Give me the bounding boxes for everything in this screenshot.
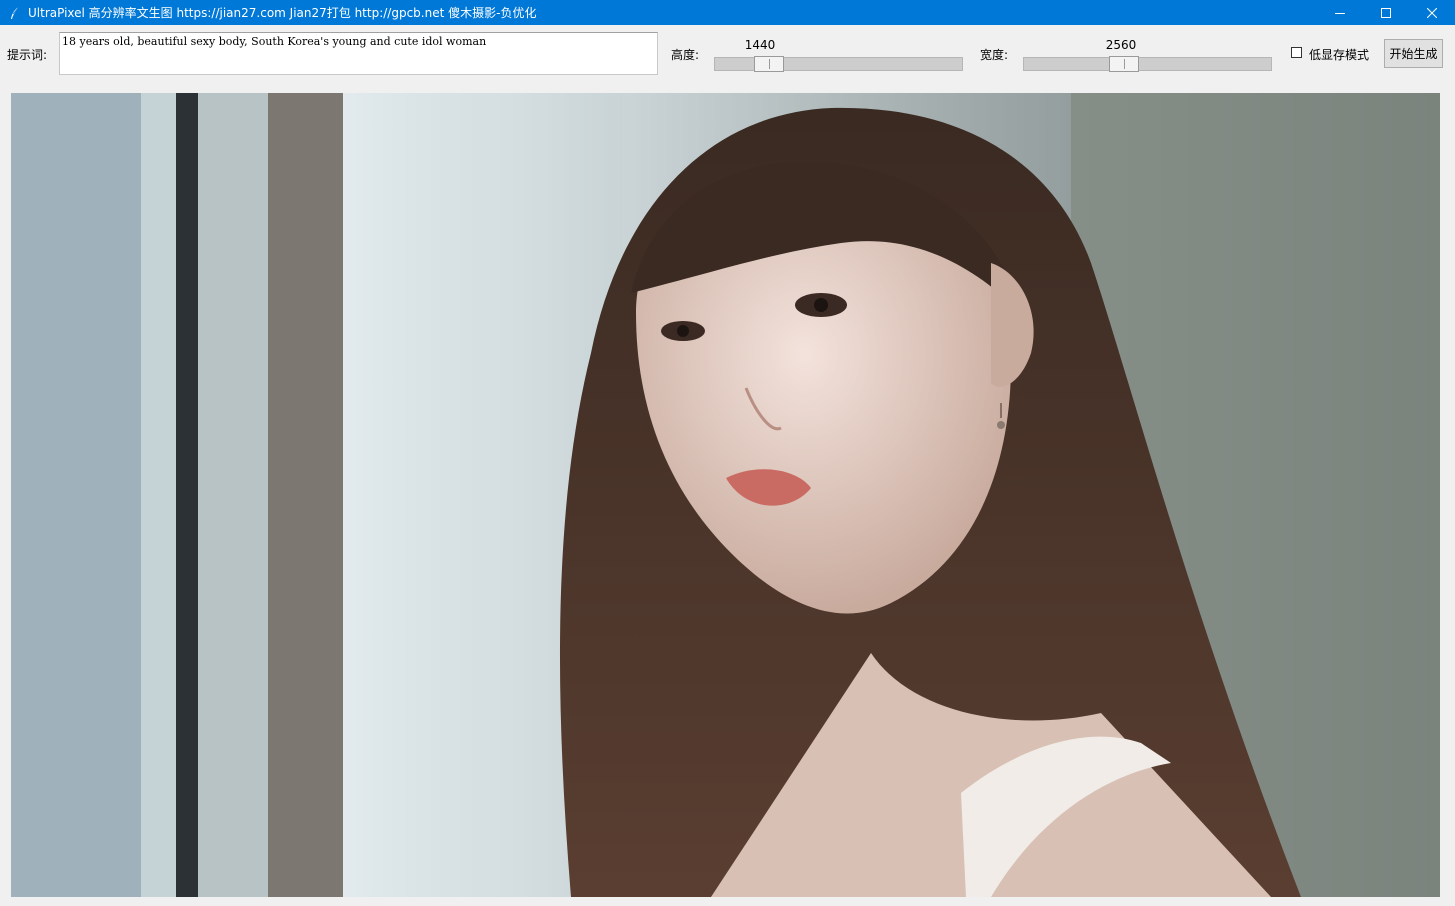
control-panel: 提示词: 高度: 1440 宽度: 2560 低显存模式 开始生成 [0, 26, 1455, 84]
generate-button[interactable]: 开始生成 [1384, 39, 1443, 68]
feather-icon [8, 6, 22, 20]
width-slider[interactable] [1023, 56, 1272, 72]
prompt-input[interactable] [59, 32, 658, 75]
close-button[interactable] [1409, 0, 1455, 25]
prompt-label: 提示词: [7, 48, 48, 62]
height-slider-handle[interactable] [754, 56, 784, 72]
low-vram-checkbox[interactable] [1291, 47, 1302, 58]
close-icon [1427, 7, 1437, 18]
window-title: UltraPixel 高分辨率文生图 https://jian27.com Ji… [28, 6, 537, 20]
height-value: 1440 [744, 38, 776, 52]
height-slider[interactable] [714, 56, 963, 72]
width-value: 2560 [1105, 38, 1137, 52]
minimize-button[interactable] [1317, 0, 1363, 25]
width-slider-handle[interactable] [1109, 56, 1139, 72]
generated-image [11, 93, 1440, 897]
width-label: 宽度: [980, 48, 1009, 62]
low-vram-label[interactable]: 低显存模式 [1309, 46, 1369, 63]
portrait-photo [11, 93, 1440, 897]
app-window: UltraPixel 高分辨率文生图 https://jian27.com Ji… [0, 0, 1455, 906]
minimize-icon [1335, 12, 1345, 14]
height-label: 高度: [671, 48, 700, 62]
maximize-icon [1381, 7, 1391, 18]
window-controls [1317, 0, 1455, 25]
title-bar[interactable]: UltraPixel 高分辨率文生图 https://jian27.com Ji… [0, 0, 1455, 25]
maximize-button[interactable] [1363, 0, 1409, 25]
